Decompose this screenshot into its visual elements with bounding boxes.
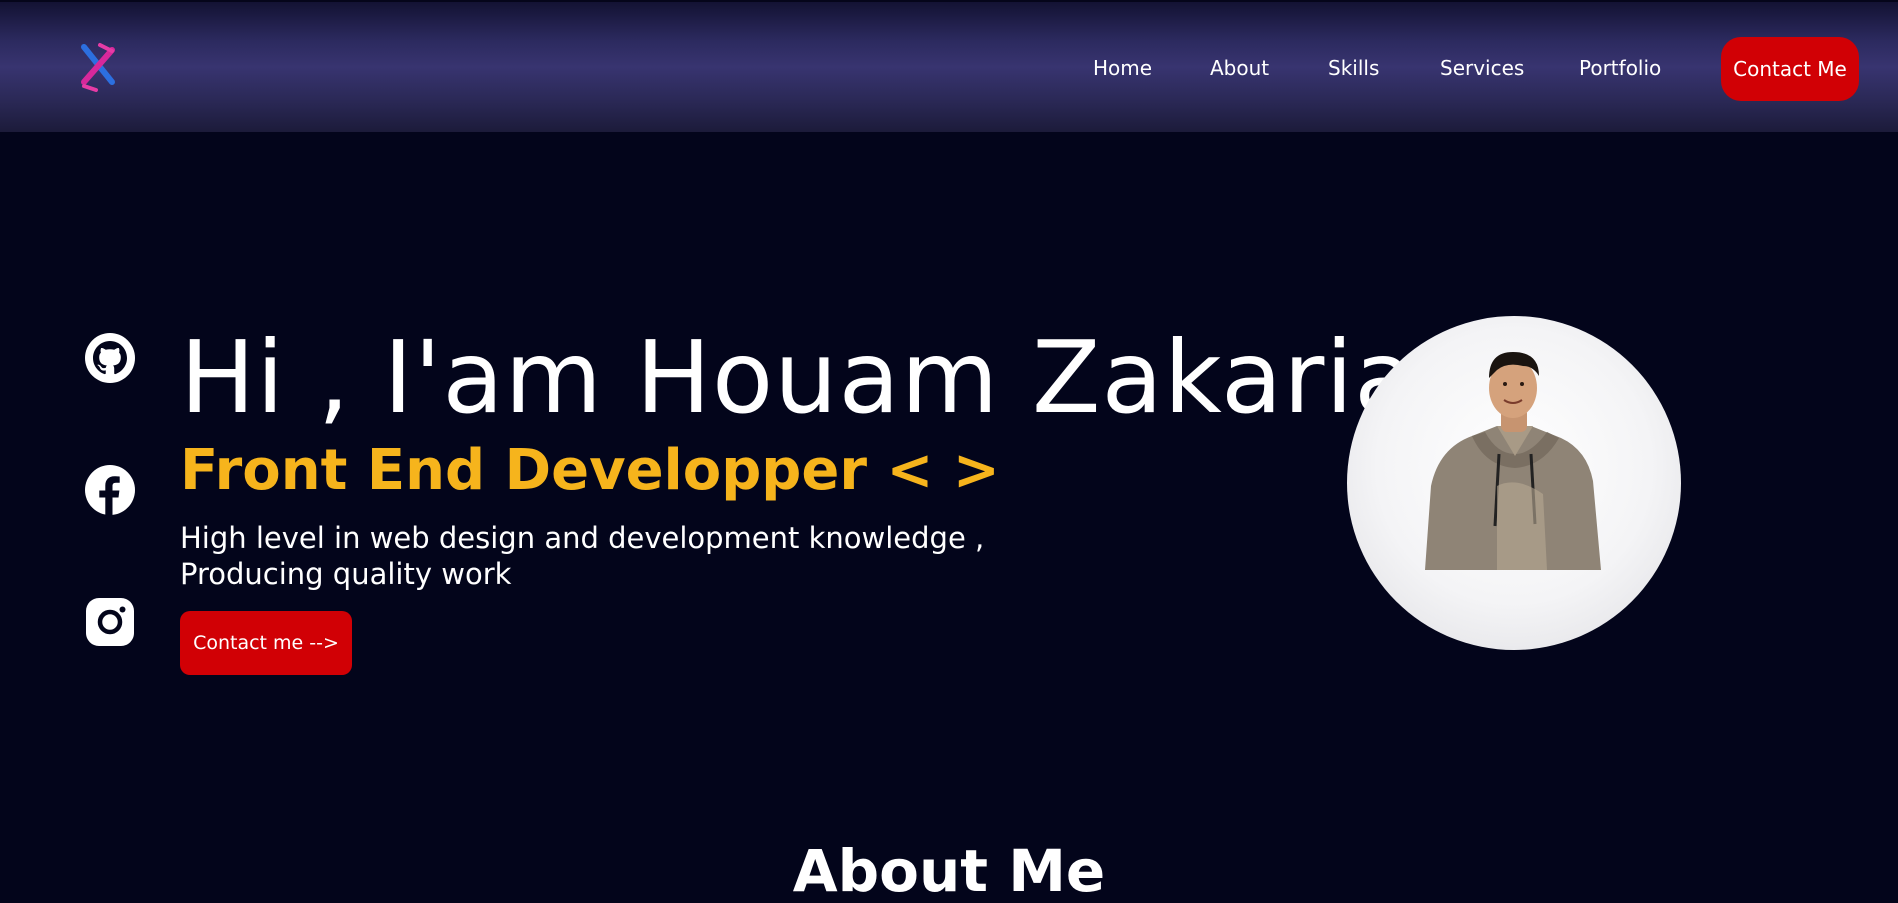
github-icon[interactable]	[84, 332, 136, 384]
portfolio-page: Home About Skills Services Portfolio Con…	[0, 0, 1898, 903]
facebook-icon[interactable]	[84, 464, 136, 516]
hero-title: Hi , I'am Houam Zakaria	[180, 319, 1417, 436]
hero-description: High level in web design and development…	[180, 520, 985, 592]
nav-services[interactable]: Services	[1440, 56, 1524, 80]
contact-me-hero-button[interactable]: Contact me -->	[180, 611, 352, 675]
nav-skills[interactable]: Skills	[1328, 56, 1379, 80]
main-nav: Home About Skills Services Portfolio	[0, 2, 1898, 134]
hero-description-line-2: Producing quality work	[180, 557, 512, 591]
hero-role: Front End Developper < >	[180, 438, 1000, 503]
contact-me-nav-button[interactable]: Contact Me	[1721, 37, 1859, 101]
profile-photo	[1347, 316, 1681, 650]
nav-home[interactable]: Home	[1093, 56, 1152, 80]
about-heading: About Me	[792, 837, 1106, 903]
hero-description-line-1: High level in web design and development…	[180, 521, 985, 555]
navbar: Home About Skills Services Portfolio Con…	[0, 0, 1898, 132]
nav-portfolio[interactable]: Portfolio	[1579, 56, 1661, 80]
instagram-icon[interactable]	[84, 596, 136, 648]
nav-about[interactable]: About	[1210, 56, 1269, 80]
